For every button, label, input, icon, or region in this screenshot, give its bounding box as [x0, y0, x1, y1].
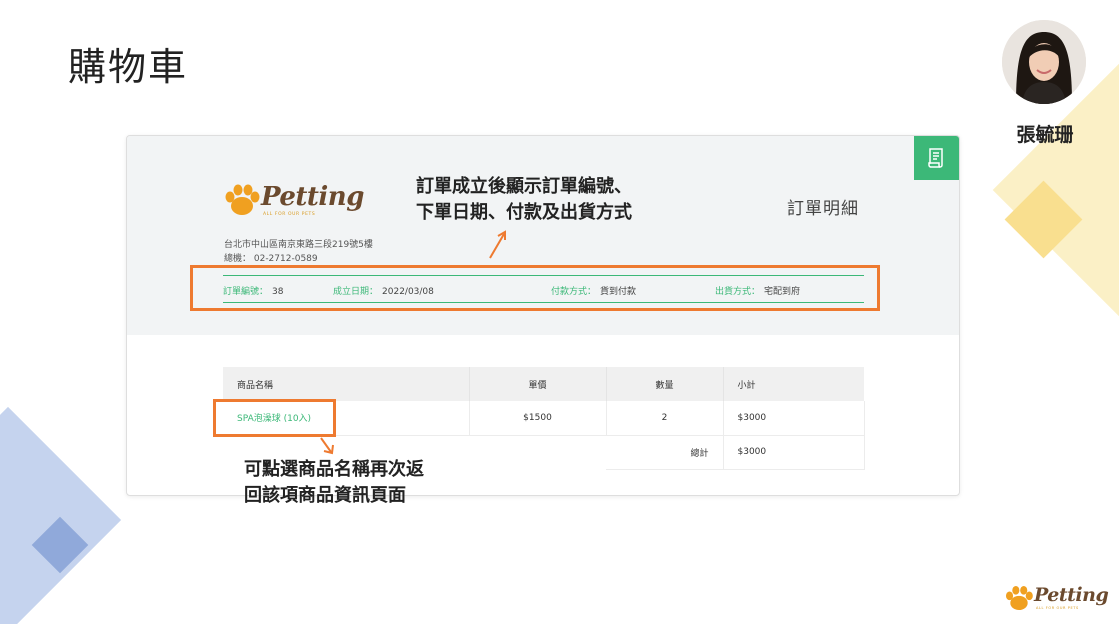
subtotal-cell: $3000 — [723, 401, 865, 436]
callout-arrow-icon — [320, 437, 334, 455]
total-label: 總計 — [606, 435, 724, 470]
callout-arrow-icon — [489, 230, 506, 259]
callout-line: 訂單成立後顯示訂單編號、 — [416, 176, 632, 197]
total-value: $3000 — [723, 435, 865, 470]
paw-icon — [225, 184, 260, 215]
petting-logo: Petting ALL FOR OUR PETS — [223, 182, 364, 220]
decorative-blue-diamond-large — [0, 406, 122, 624]
qty-cell: 2 — [606, 401, 724, 436]
empty-cell — [469, 435, 606, 469]
product-name-highlight-box — [213, 399, 336, 437]
price-cell: $1500 — [469, 401, 607, 436]
receipt-button[interactable] — [914, 136, 959, 180]
col-header-price: 單價 — [469, 367, 607, 401]
order-info-callout: 訂單成立後顯示訂單編號、 下單日期、付款及出貨方式 — [416, 174, 632, 226]
slide-title: 購物車 — [68, 45, 189, 89]
presenter-name: 張毓珊 — [1016, 124, 1074, 146]
brand-name: Petting — [1034, 584, 1109, 606]
paw-icon — [1005, 585, 1033, 611]
receipt-icon — [927, 148, 943, 168]
brand-name: Petting — [261, 182, 364, 212]
product-link-callout: 可點選商品名稱再次返 回該項商品資訊頁面 — [244, 457, 424, 509]
col-header-qty: 數量 — [606, 367, 724, 401]
col-header-product: 商品名稱 — [223, 367, 470, 401]
brand-tagline: ALL FOR OUR PETS — [263, 212, 316, 217]
order-info-highlight-box — [190, 265, 880, 311]
company-address: 台北市中山區南京東路三段219號5樓 — [224, 240, 373, 250]
company-phone: 總機： 02-2712-0589 — [224, 254, 318, 264]
callout-line: 回該項商品資訊頁面 — [244, 485, 406, 506]
presenter-avatar — [1002, 20, 1086, 104]
callout-line: 下單日期、付款及出貨方式 — [416, 202, 632, 223]
table-header-row: 商品名稱 單價 數量 小計 — [223, 367, 864, 401]
invoice-title: 訂單明細 — [787, 199, 859, 219]
petting-logo-corner: Petting ALL FOR OUR PETS — [1004, 584, 1114, 617]
col-header-subtotal: 小計 — [723, 367, 864, 401]
brand-tagline: ALL FOR OUR PETS — [1036, 606, 1079, 610]
callout-line: 可點選商品名稱再次返 — [244, 459, 424, 480]
